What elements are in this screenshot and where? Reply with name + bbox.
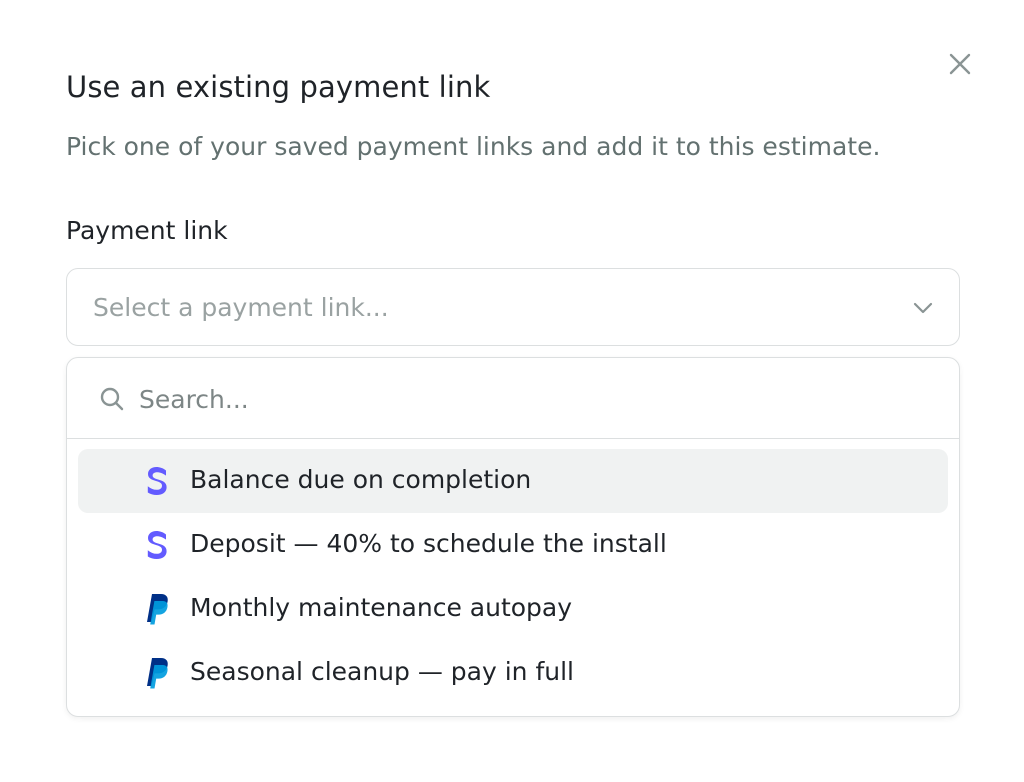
stripe-icon: [144, 464, 170, 498]
option-label: Monthly maintenance autopay: [190, 593, 573, 622]
close-button[interactable]: [940, 44, 980, 84]
option-label: Balance due on completion: [190, 465, 532, 494]
paypal-icon: [144, 656, 170, 690]
option-seasonal-cleanup[interactable]: Seasonal cleanup — pay in full: [78, 641, 948, 705]
option-monthly-maintenance[interactable]: Monthly maintenance autopay: [78, 577, 948, 641]
select-placeholder: Select a payment link...: [93, 292, 389, 322]
option-label: Deposit — 40% to schedule the install: [190, 529, 667, 558]
paypal-icon: [144, 592, 170, 626]
stripe-icon: [144, 528, 170, 562]
dialog-subtitle: Pick one of your saved payment links and…: [66, 132, 881, 161]
search-icon: [100, 387, 124, 411]
dialog-title: Use an existing payment link: [66, 70, 491, 104]
payment-link-dropdown: Balance due on completion Deposit — 40% …: [66, 357, 960, 717]
close-icon: [949, 53, 971, 75]
payment-link-select[interactable]: Select a payment link...: [66, 268, 960, 346]
search-input[interactable]: [139, 376, 919, 422]
payment-link-dialog: Use an existing payment link Pick one of…: [0, 0, 1024, 782]
option-list: Balance due on completion Deposit — 40% …: [78, 449, 948, 705]
option-deposit[interactable]: Deposit — 40% to schedule the install: [78, 513, 948, 577]
payment-link-label: Payment link: [66, 216, 228, 245]
chevron-down-icon: [911, 296, 935, 320]
option-label: Seasonal cleanup — pay in full: [190, 657, 574, 686]
option-balance-due[interactable]: Balance due on completion: [78, 449, 948, 513]
search-row: [67, 358, 959, 439]
